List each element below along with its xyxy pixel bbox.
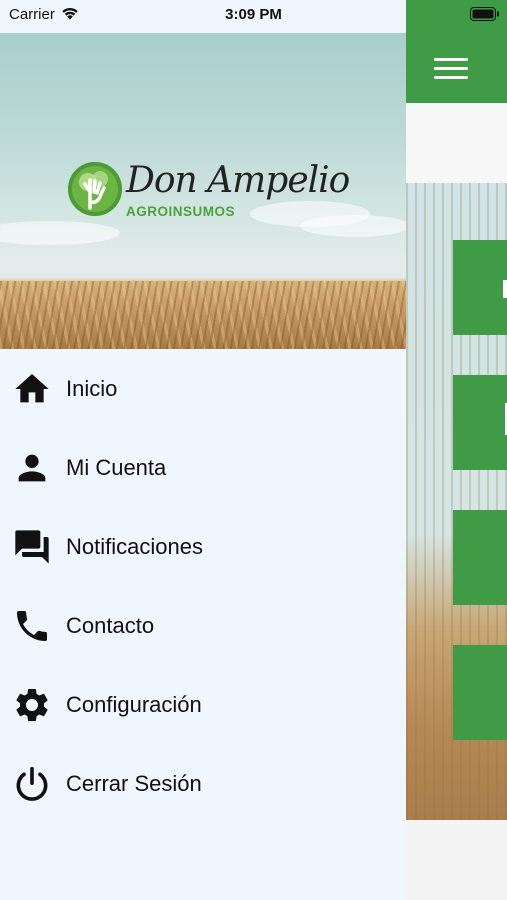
home-tile-3[interactable] — [453, 510, 507, 605]
menu-item-label: Cerrar Sesión — [66, 771, 202, 796]
gear-icon — [16, 689, 48, 721]
status-time: 3:09 PM — [225, 6, 282, 23]
forum-icon — [15, 530, 49, 564]
menu-item-label: Notificaciones — [66, 534, 203, 559]
hamburger-menu-icon[interactable] — [434, 58, 468, 80]
menu-item-cerrar-sesion[interactable]: Cerrar Sesión — [0, 744, 406, 823]
brand-name: Don Ampelio — [126, 160, 350, 201]
battery-icon — [470, 7, 499, 21]
status-bar: Carrier 3:09 PM — [0, 0, 507, 30]
menu-item-notificaciones[interactable]: Notificaciones — [0, 507, 406, 586]
brand-subtitle: AGROINSUMOS — [126, 204, 236, 219]
home-tile-1[interactable] — [453, 240, 507, 335]
person-icon — [18, 454, 46, 482]
menu-item-label: Contacto — [66, 613, 155, 638]
navigation-drawer: Don Ampelio AGROINSUMOS Inicio Mi Cuenta… — [0, 0, 406, 900]
drawer-menu: Inicio Mi Cuenta Notificaciones Contacto… — [0, 349, 406, 823]
main-app-content — [406, 0, 507, 900]
bottom-area — [406, 820, 507, 900]
menu-item-label: Inicio — [66, 376, 118, 401]
menu-item-configuracion[interactable]: Configuración — [0, 665, 406, 744]
logo-emblem — [68, 162, 122, 216]
home-icon — [15, 374, 49, 403]
brand-logo: Don Ampelio AGROINSUMOS — [68, 160, 350, 222]
wheat-field — [0, 281, 406, 349]
home-tile-4[interactable] — [453, 645, 507, 740]
menu-item-contacto[interactable]: Contacto — [0, 586, 406, 665]
phone-icon — [17, 611, 47, 641]
home-tile-2[interactable] — [453, 375, 507, 470]
menu-item-mi-cuenta[interactable]: Mi Cuenta — [0, 428, 406, 507]
menu-item-label: Configuración — [66, 692, 202, 717]
header-band — [406, 103, 507, 183]
power-icon — [16, 766, 48, 801]
menu-item-inicio[interactable]: Inicio — [0, 349, 406, 428]
menu-item-label: Mi Cuenta — [66, 455, 167, 480]
